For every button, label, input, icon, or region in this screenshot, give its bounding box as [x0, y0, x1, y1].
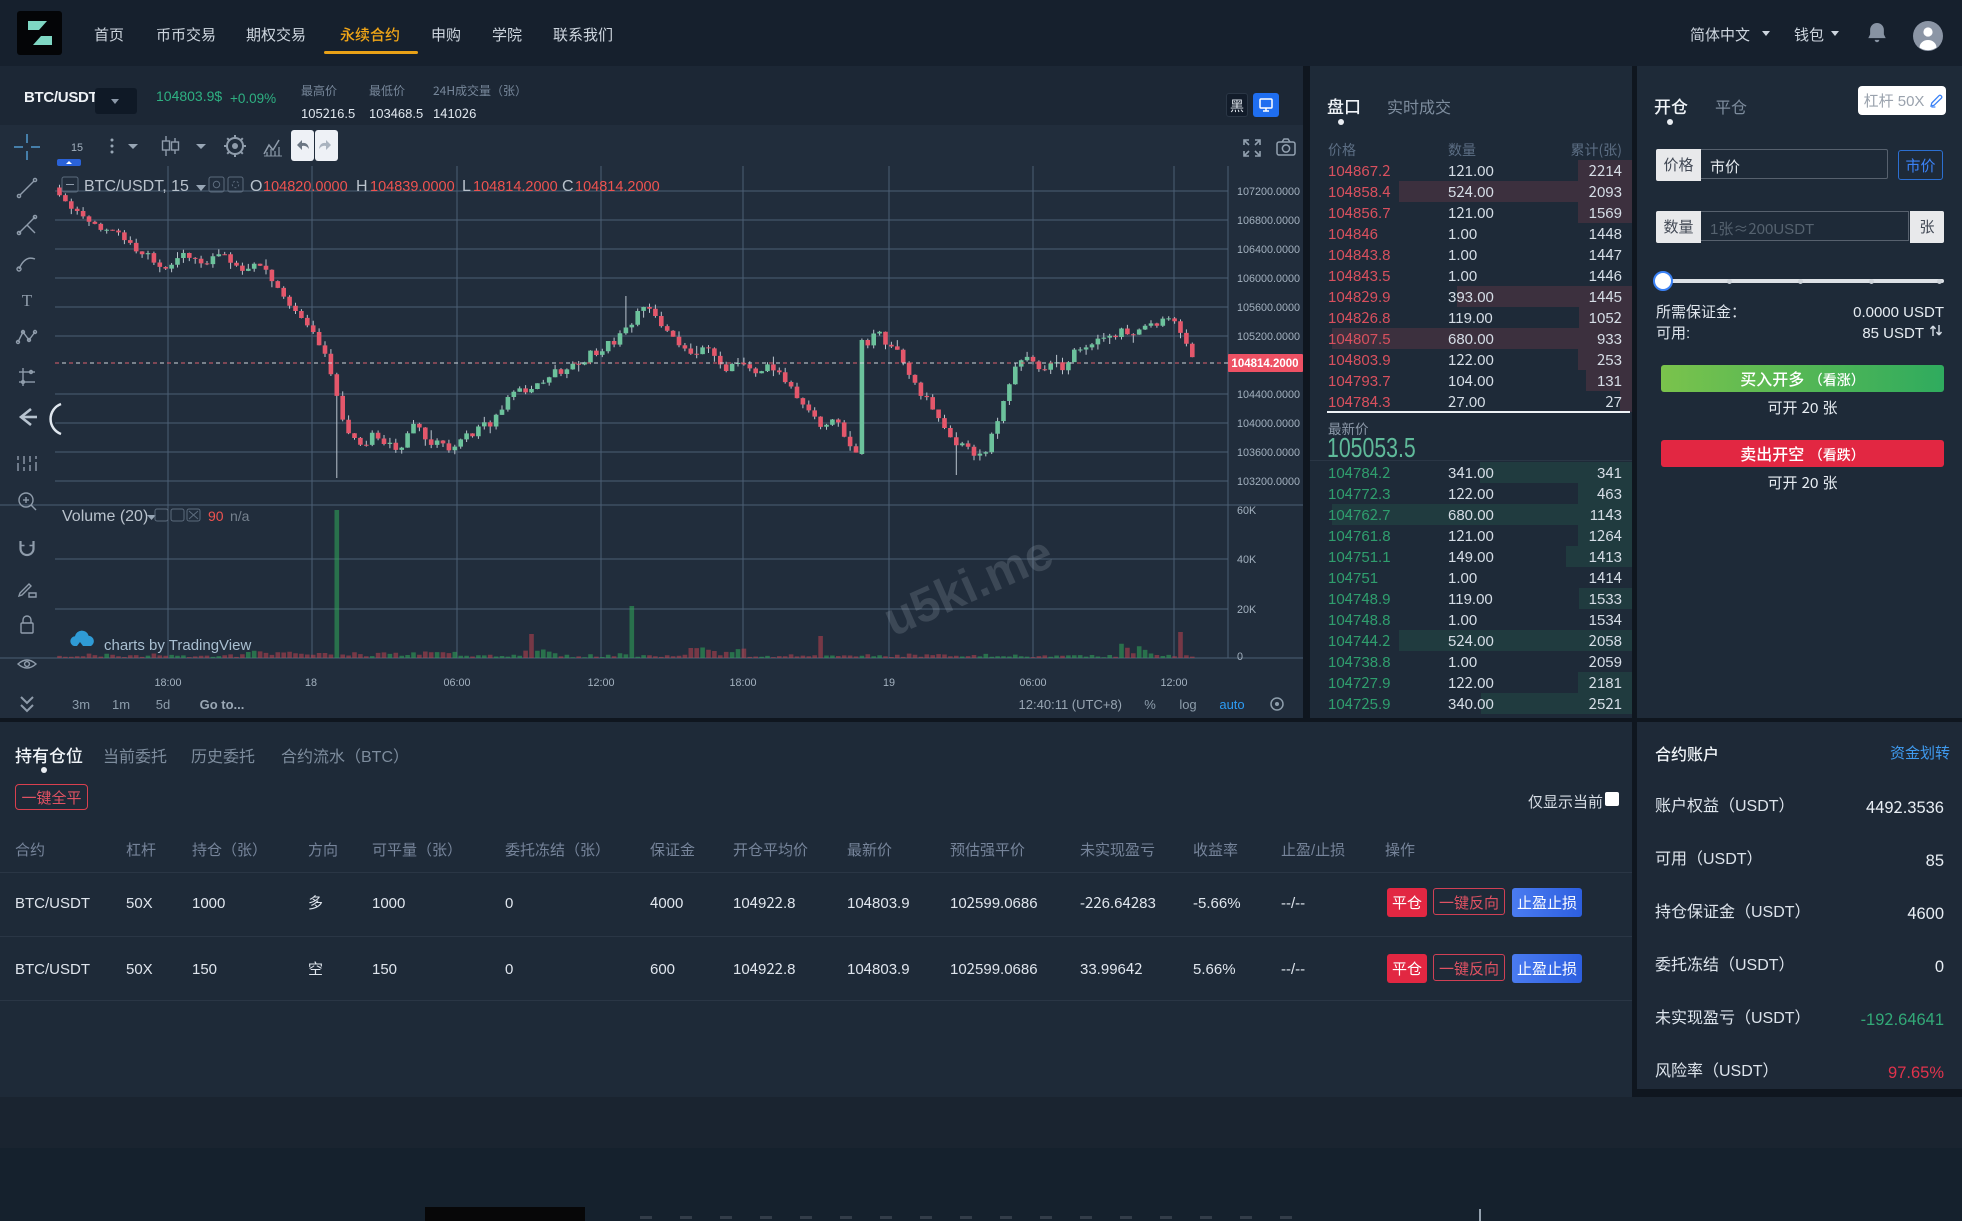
svg-text:12:00: 12:00 [1160, 677, 1187, 689]
svg-text:%: % [1144, 697, 1156, 712]
svg-text:BTC/USDT, 15: BTC/USDT, 15 [84, 178, 189, 195]
svg-text:3m: 3m [72, 697, 90, 712]
svg-text:107200.0000: 107200.0000 [1237, 186, 1300, 198]
svg-text:L: L [462, 178, 471, 195]
svg-text:12:40:11 (UTC+8): 12:40:11 (UTC+8) [1019, 697, 1122, 712]
svg-text:O: O [250, 178, 262, 195]
svg-text:106000.0000: 106000.0000 [1237, 273, 1300, 285]
svg-text:auto: auto [1219, 697, 1244, 712]
svg-text:Volume (20): Volume (20) [62, 508, 148, 525]
svg-text:90: 90 [208, 508, 224, 524]
svg-text:Go to...: Go to... [200, 697, 245, 712]
svg-text:06:00: 06:00 [1019, 677, 1046, 689]
svg-text:104820.0000: 104820.0000 [263, 179, 348, 195]
svg-text:C: C [562, 178, 574, 195]
svg-text:60K: 60K [1237, 505, 1257, 517]
svg-text:103600.0000: 103600.0000 [1237, 447, 1300, 459]
svg-text:0: 0 [1237, 651, 1243, 663]
svg-text:40K: 40K [1237, 554, 1257, 566]
svg-text:104814.2000: 104814.2000 [1231, 358, 1298, 370]
svg-text:106800.0000: 106800.0000 [1237, 215, 1300, 227]
svg-text:log: log [1179, 697, 1196, 712]
svg-text:5d: 5d [156, 697, 170, 712]
svg-text:104814.2000: 104814.2000 [473, 179, 558, 195]
svg-text:15: 15 [71, 142, 83, 154]
svg-text:105200.0000: 105200.0000 [1237, 331, 1300, 343]
svg-text:104839.0000: 104839.0000 [370, 179, 455, 195]
svg-text:T: T [22, 291, 33, 310]
svg-text:105600.0000: 105600.0000 [1237, 302, 1300, 314]
svg-text:H: H [356, 178, 368, 195]
svg-text:1m: 1m [112, 697, 130, 712]
svg-text:18:00: 18:00 [729, 677, 756, 689]
svg-text:charts by TradingView: charts by TradingView [104, 637, 251, 654]
svg-text:18: 18 [305, 677, 317, 689]
svg-text:06:00: 06:00 [443, 677, 470, 689]
svg-text:104400.0000: 104400.0000 [1237, 389, 1300, 401]
svg-text:20K: 20K [1237, 604, 1257, 616]
svg-text:19: 19 [883, 677, 895, 689]
svg-text:12:00: 12:00 [587, 677, 614, 689]
svg-text:103200.0000: 103200.0000 [1237, 476, 1300, 488]
svg-text:106400.0000: 106400.0000 [1237, 244, 1300, 256]
svg-text:n/a: n/a [230, 508, 250, 524]
svg-text:104000.0000: 104000.0000 [1237, 418, 1300, 430]
svg-text:104814.2000: 104814.2000 [575, 179, 660, 195]
svg-text:18:00: 18:00 [154, 677, 181, 689]
